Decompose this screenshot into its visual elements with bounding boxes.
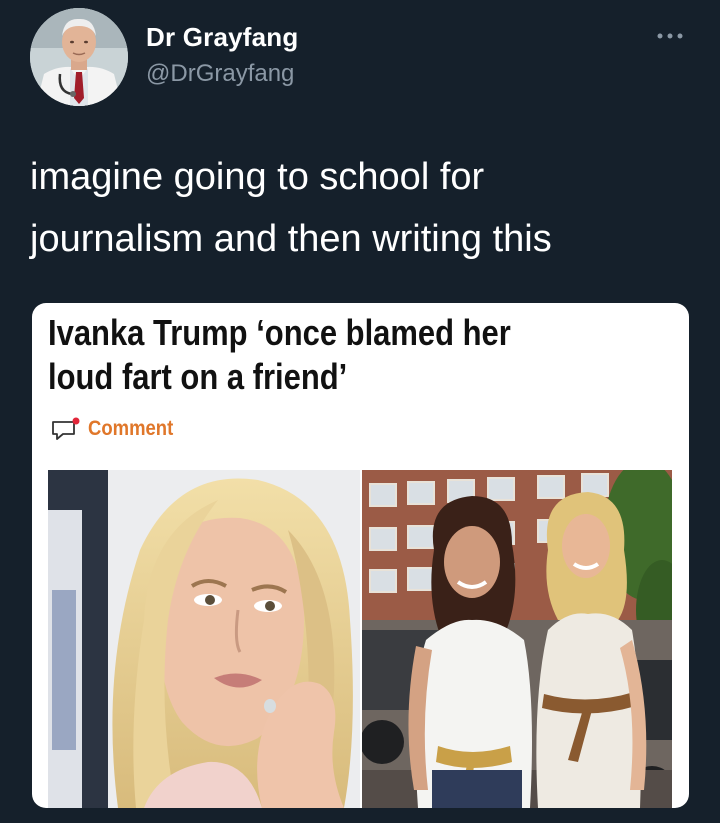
comment-label: Comment [88,417,174,440]
portrait-photo-woman-on-phone [48,470,360,808]
author-handle[interactable]: @DrGrayfang [146,60,294,88]
author-avatar[interactable] [30,8,128,106]
tweet-text-line-1: imagine going to school for [30,156,485,198]
article-headline: Ivanka Trump ‘once blamed her loud fart … [48,311,590,399]
portrait-photo [48,470,360,808]
headline-line-2: loud fart on a friend’ [48,356,348,397]
doctor-avatar-icon [30,8,128,106]
author-display-name[interactable]: Dr Grayfang [146,22,298,53]
comment-speech-bubble-icon [52,417,80,440]
street-photo [362,470,672,808]
comment-link[interactable]: Comment [50,417,185,441]
more-options-button[interactable] [652,24,688,48]
tweet: Dr Grayfang @DrGrayfang imagine going to… [0,0,720,823]
more-horizontal-icon [657,33,683,39]
photo-two-women-posing-street [362,470,672,808]
media-card[interactable]: Ivanka Trump ‘once blamed her loud fart … [32,303,689,808]
headline-line-1: Ivanka Trump ‘once blamed her [48,312,511,353]
tweet-text: imagine going to school for journalism a… [30,146,690,270]
tweet-text-line-2: journalism and then writing this [30,218,552,260]
